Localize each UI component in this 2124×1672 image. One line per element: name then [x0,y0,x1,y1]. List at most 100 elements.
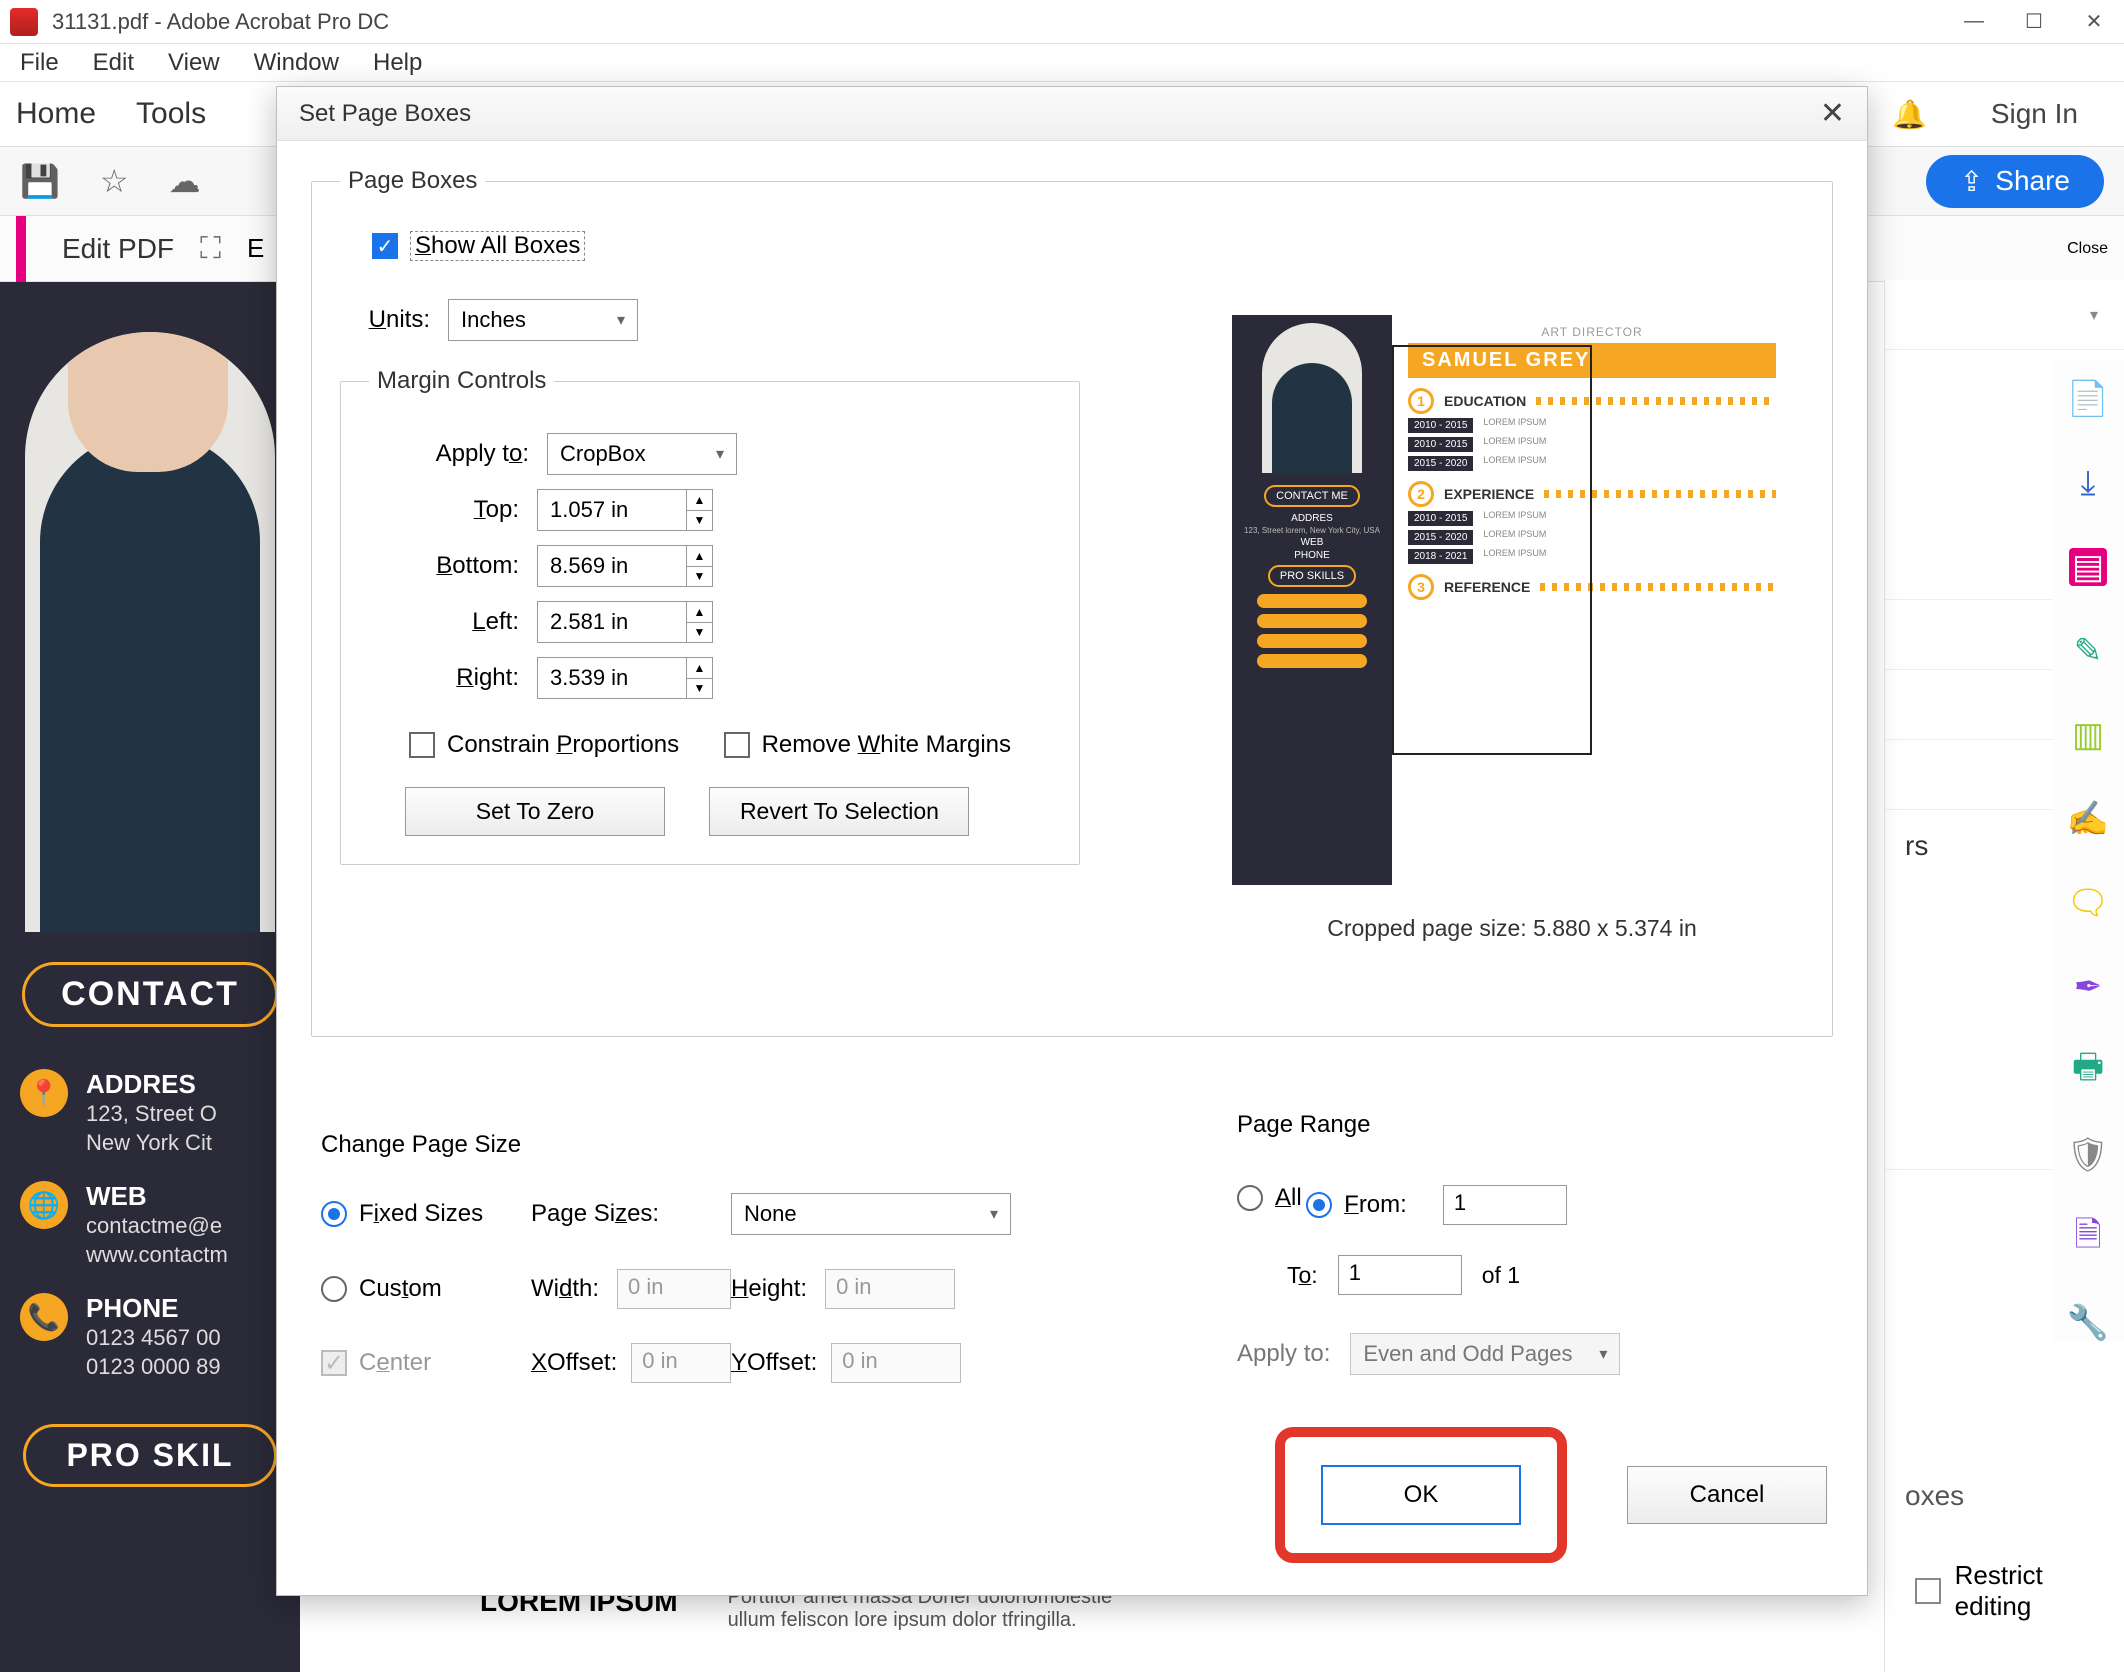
tool-export-pdf-icon[interactable]: ⤓ [2069,464,2107,502]
close-panel-button[interactable]: Close [2067,240,2108,258]
spin-down-icon[interactable]: ▼ [687,511,712,531]
menu-file[interactable]: File [20,49,59,77]
pink-accent-strip [16,216,26,282]
share-label: Share [1995,165,2070,197]
apply-to-select[interactable]: CropBox ▾ [547,433,737,475]
height-value[interactable]: 0 in [825,1269,955,1309]
to-value[interactable]: 1 [1338,1255,1462,1295]
left-value[interactable]: 2.581 in [537,601,687,643]
acrobat-app-icon [10,8,38,36]
xoffset-label: XOffset: [531,1349,617,1377]
save-icon[interactable]: 💾 [20,162,60,200]
tool-more-icon[interactable]: 🔧 [2069,1304,2107,1342]
from-pages-radio[interactable] [1306,1192,1332,1218]
show-all-boxes-row[interactable]: ✓ SShow All Boxeshow All Boxes [372,231,585,261]
tool-protect-icon[interactable]: 🛡 [2069,1136,2107,1174]
spin-up-icon[interactable]: ▲ [687,490,712,511]
custom-row[interactable]: Custom [321,1275,531,1303]
from-pages-row[interactable]: From: 1 [1306,1185,1567,1225]
top-spinner[interactable]: 1.057 in ▲▼ [537,489,713,531]
left-spinner[interactable]: 2.581 in ▲▼ [537,601,713,643]
window-close-button[interactable]: ✕ [2064,0,2124,44]
star-icon[interactable]: ☆ [100,162,129,200]
window-maximize-button[interactable]: ☐ [2004,0,2064,44]
restrict-editing-row[interactable]: Restrict editing [1915,1560,2124,1622]
top-label: Top: [409,496,519,524]
center-checkbox: ✓ [321,1350,347,1376]
show-all-boxes-checkbox[interactable]: ✓ [372,233,398,259]
share-icon: ⇪ [1960,165,1983,198]
revert-to-selection-button[interactable]: Revert To Selection [709,787,969,836]
signin-link[interactable]: Sign In [1991,98,2078,130]
width-value[interactable]: 0 in [617,1269,731,1309]
tool-icon-rail: 📄 ⤓ ▤ ✎ ▥ ✍ 🗨 ✒ 🖶 🛡 🗎 🔧 [2052,360,2124,1342]
menu-view[interactable]: View [168,49,220,77]
menu-help[interactable]: Help [373,49,422,77]
dialog-close-icon[interactable]: ✕ [1820,96,1845,131]
web-heading: WEB [86,1181,280,1212]
apply-to-value: CropBox [560,441,646,467]
tool-signature-icon[interactable]: ✒ [2069,968,2107,1006]
yoffset-value[interactable]: 0 in [831,1343,961,1383]
tab-home[interactable]: Home [16,97,96,131]
fixed-sizes-row[interactable]: Fixed Sizes [321,1200,531,1228]
page-sizes-label: Page Sizes: [531,1200,731,1228]
bottom-spinner[interactable]: 8.569 in ▲▼ [537,545,713,587]
top-value[interactable]: 1.057 in [537,489,687,531]
tool-print-icon[interactable]: 🖶 [2069,1052,2107,1090]
to-label: To: [1287,1262,1318,1289]
change-size-heading: Change Page Size [321,1131,1121,1159]
tool-edit-pdf-icon[interactable]: ▤ [2069,548,2107,586]
constrain-checkbox[interactable] [409,732,435,758]
tool-sticky-icon[interactable]: 🗨 [2069,884,2107,922]
phone-row: 📞 PHONE 0123 4567 00 0123 0000 89 [0,1281,300,1393]
center-row: ✓ Center [321,1349,531,1377]
tool-optimize-icon[interactable]: 🗎 [2069,1220,2107,1258]
ok-button[interactable]: OK [1321,1465,1521,1525]
remove-white-label: Remove White Margins [762,731,1011,759]
bottom-value[interactable]: 8.569 in [537,545,687,587]
menu-window[interactable]: Window [254,49,339,77]
cancel-button[interactable]: Cancel [1627,1466,1827,1524]
right-spinner[interactable]: 3.539 in ▲▼ [537,657,713,699]
page-sizes-select[interactable]: None ▾ [731,1193,1011,1235]
restrict-editing-checkbox[interactable] [1915,1578,1941,1604]
crop-preview: CONTACT ME ADDRES 123, Street lorem, New… [1232,315,1792,942]
range-apply-to-value: Even and Odd Pages [1363,1341,1572,1367]
remove-white-checkbox[interactable] [724,732,750,758]
fixed-sizes-radio[interactable] [321,1201,347,1227]
phone-heading: PHONE [86,1293,280,1324]
tool-comment-icon[interactable]: ✎ [2069,632,2107,670]
menu-edit[interactable]: Edit [93,49,134,77]
tool-fill-sign-icon[interactable]: ✍ [2069,800,2107,838]
remove-white-row[interactable]: Remove White Margins [724,731,1011,759]
tab-tools[interactable]: Tools [136,97,206,131]
set-to-zero-button[interactable]: Set To Zero [405,787,665,836]
chevron-down-icon: ▾ [990,1204,998,1224]
address-text-1: 123, Street O [86,1100,280,1129]
share-button[interactable]: ⇪ Share [1926,155,2104,208]
all-pages-row[interactable]: All [1237,1184,1302,1212]
notifications-icon[interactable]: 🔔 [1892,98,1927,131]
tool-create-pdf-icon[interactable]: 📄 [2069,380,2107,418]
units-select[interactable]: Inches ▾ [448,299,638,341]
address-text-2: New York Cit [86,1129,280,1158]
edit-pdf-label[interactable]: Edit PDF [62,233,174,265]
options-row-1[interactable]: ▾ [1885,280,2124,350]
window-minimize-button[interactable]: — [1944,0,2004,44]
page-boxes-group: Page Boxes ✓ SShow All Boxeshow All Boxe… [311,167,1833,1037]
from-value[interactable]: 1 [1443,1185,1567,1225]
skills-pill: PRO SKIL [23,1424,276,1487]
tool-organize-icon[interactable]: ▥ [2069,716,2107,754]
all-pages-radio[interactable] [1237,1185,1263,1211]
page-sizes-value: None [744,1201,797,1227]
cloud-upload-icon[interactable]: ☁ [169,162,201,200]
pv-skills: PRO SKILLS [1268,565,1356,587]
web-row: 🌐 WEB contactme@e www.contactm [0,1169,300,1281]
custom-radio[interactable] [321,1276,347,1302]
xoffset-value[interactable]: 0 in [631,1343,731,1383]
right-value[interactable]: 3.539 in [537,657,687,699]
crop-tool-icon[interactable]: ⛶ [200,232,221,266]
chevron-down-icon: ▾ [617,310,625,330]
constrain-proportions-row[interactable]: Constrain Proportions [409,731,679,759]
